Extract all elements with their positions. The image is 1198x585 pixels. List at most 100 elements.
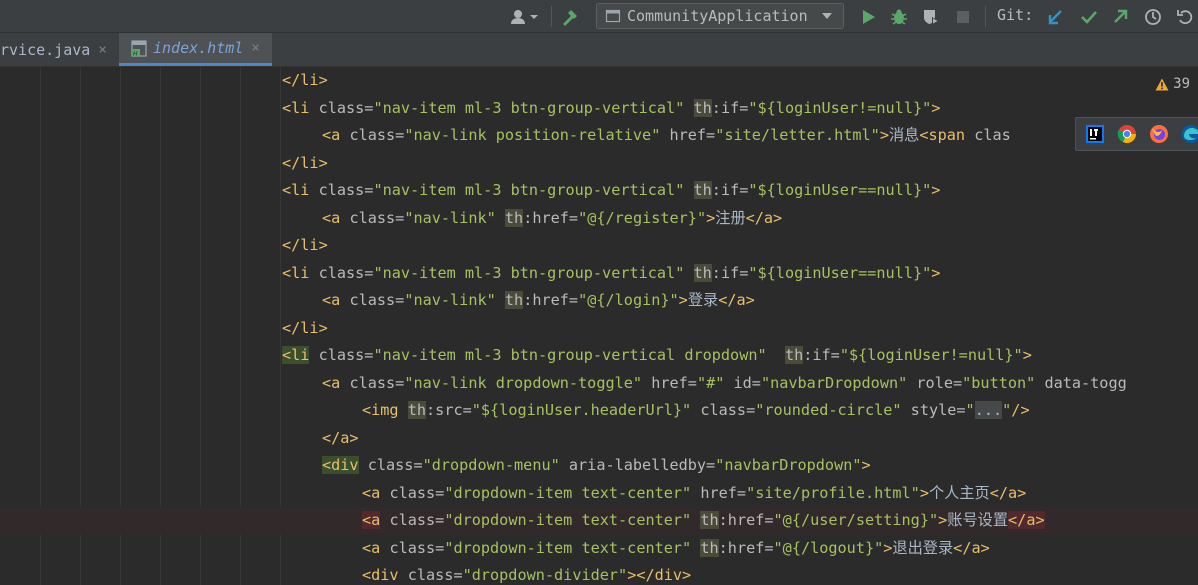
code-tag: <li <box>282 263 310 282</box>
code-value: "site/letter.html" <box>715 126 880 144</box>
code-text: 账号设置 <box>947 511 1009 529</box>
code-attr: class= <box>309 263 374 282</box>
code-tag: </a> <box>745 208 783 227</box>
close-icon[interactable]: × <box>98 42 106 58</box>
code-attr: class= <box>309 98 374 117</box>
code-value: "dropdown-divider" <box>462 566 628 584</box>
code-tag: </li> <box>282 318 328 337</box>
code-line: <li class="nav-item ml-3 btn-group-verti… <box>0 177 1198 205</box>
code-value: "dropdown-menu" <box>422 456 560 474</box>
git-update-icon[interactable] <box>1043 0 1069 33</box>
code-namespace: th <box>407 401 427 419</box>
code-tag: <a <box>362 538 381 557</box>
code-value: "rounded-circle" <box>755 401 902 419</box>
code-tag: <div <box>322 456 359 474</box>
run-icon[interactable] <box>855 0 881 33</box>
inspection-warnings[interactable]: 39 <box>1155 76 1190 92</box>
code-line: <a class="nav-link position-relative" hr… <box>0 122 1198 150</box>
git-label: Git: <box>997 6 1034 24</box>
git-push-icon[interactable] <box>1107 0 1133 33</box>
code-value: "nav-item ml-3 btn-group-vertical dropdo… <box>373 346 767 364</box>
code-value: "dropdown-item text-center" <box>444 483 692 502</box>
warning-count: 39 <box>1173 76 1190 92</box>
code-tag: </a> <box>953 538 990 557</box>
code-tag: > <box>1022 346 1032 364</box>
code-namespace: th <box>693 263 712 282</box>
run-configuration-select[interactable]: CommunityApplication <box>596 3 844 29</box>
code-tag: </a> <box>322 428 359 447</box>
code-text: 消息 <box>888 126 920 144</box>
code-value: "${loginUser.headerUrl}" <box>471 401 692 419</box>
browser-preview-popup <box>1075 117 1198 151</box>
code-line: </li> <box>0 67 1198 95</box>
close-icon[interactable]: × <box>251 40 259 56</box>
code-text: 个人主页 <box>928 483 990 502</box>
code-line: <img th:src="${loginUser.headerUrl}" cla… <box>0 397 1198 425</box>
code-line: <li class="nav-item ml-3 btn-group-verti… <box>0 260 1198 288</box>
tab-index-html[interactable]: H index.html × <box>119 33 272 66</box>
intellij-icon[interactable] <box>1084 123 1106 145</box>
code-attr: :href= <box>718 538 774 557</box>
code-value: "nav-link" <box>404 291 496 309</box>
rollback-icon[interactable] <box>1172 0 1198 33</box>
code-line: <a class="nav-link" th:href="@{/login}">… <box>0 287 1198 315</box>
code-value: " <box>1002 401 1012 419</box>
code-attr: :if= <box>803 346 840 364</box>
code-value: "@{/logout}" <box>773 538 884 557</box>
folded-code-placeholder[interactable]: ... <box>974 401 1003 419</box>
code-line: <a class="nav-link dropdown-toggle" href… <box>0 370 1198 398</box>
code-attr: class= <box>380 483 445 502</box>
tab-service-java[interactable]: rvice.java × <box>0 33 118 66</box>
code-attr: class= <box>340 208 405 227</box>
code-tag: <div <box>362 566 399 584</box>
user-icon[interactable] <box>505 0 543 33</box>
firefox-icon[interactable] <box>1148 123 1170 145</box>
code-attr: style= <box>901 401 966 419</box>
code-editor[interactable]: </li> <li class="nav-item ml-3 btn-group… <box>0 67 1198 585</box>
code-tag: <img <box>362 401 399 419</box>
code-attr: class= <box>309 181 374 199</box>
code-tag: <a <box>362 483 381 502</box>
code-attr: :href= <box>523 208 579 227</box>
code-attr: :if= <box>711 98 749 117</box>
current-code-line: <a class="dropdown-item text-center" th:… <box>0 507 1198 535</box>
build-hammer-icon[interactable] <box>558 0 586 33</box>
code-tag: > <box>938 511 948 529</box>
code-attr: :if= <box>711 263 749 282</box>
code-tag: <a <box>322 373 341 392</box>
code-namespace: th <box>504 291 524 309</box>
coverage-icon[interactable] <box>918 0 944 33</box>
code-tag: > <box>678 291 688 309</box>
code-tag: <a <box>322 291 341 309</box>
code-tag: > <box>879 126 889 144</box>
code-tag: <a <box>322 126 341 144</box>
code-value: "dropdown-item text-center" <box>444 538 692 557</box>
code-value: "#" <box>696 373 725 392</box>
toolbar-separator <box>551 6 552 27</box>
svg-text:H: H <box>133 50 138 57</box>
code-line: <a class="dropdown-item text-center" hre… <box>0 480 1198 508</box>
code-tag: </li> <box>282 236 328 254</box>
stop-icon[interactable] <box>950 0 976 33</box>
code-value: "button" <box>962 373 1036 392</box>
code-value: "navbarDropdown" <box>715 456 862 474</box>
chrome-icon[interactable] <box>1116 123 1138 145</box>
edge-icon[interactable] <box>1180 123 1198 145</box>
history-icon[interactable] <box>1140 0 1166 33</box>
code-tag: <li <box>282 346 310 364</box>
code-namespace: th <box>700 511 719 529</box>
code-value: "nav-item ml-3 btn-group-vertical" <box>373 181 685 199</box>
code-attr: clas <box>965 126 1011 144</box>
code-text: 注册 <box>715 208 746 227</box>
code-line: </li> <box>0 150 1198 178</box>
code-value: "@{/register}" <box>578 208 707 227</box>
code-line: <a class="nav-link" th:href="@{/register… <box>0 205 1198 233</box>
git-commit-icon[interactable] <box>1076 0 1102 33</box>
code-line: <div class="dropdown-divider"></div> <box>0 562 1198 585</box>
debug-icon[interactable] <box>886 0 912 33</box>
main-toolbar: CommunityApplication Git: <box>0 0 1198 33</box>
